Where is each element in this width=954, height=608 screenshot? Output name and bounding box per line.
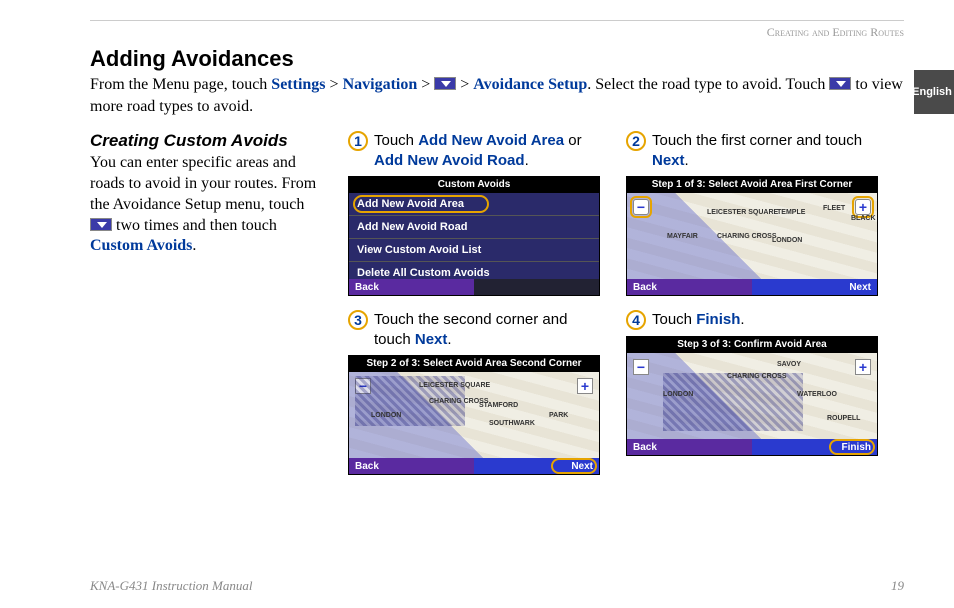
- finish-button[interactable]: Finish: [752, 439, 877, 455]
- step-2: 2 Touch the first corner and touch Next.: [626, 131, 886, 170]
- footer-page-number: 19: [891, 578, 904, 594]
- link-settings: Settings: [271, 76, 325, 93]
- screen-title: Step 1 of 3: Select Avoid Area First Cor…: [627, 177, 877, 193]
- scroll-button[interactable]: [474, 279, 599, 295]
- step-number-icon: 2: [626, 131, 646, 151]
- map-area[interactable]: − + LEICESTER SQUARE MAYFAIR CHARING CRO…: [627, 193, 877, 279]
- footer-manual-name: KNA-G431 Instruction Manual: [90, 578, 253, 594]
- link-avoidance-setup: Avoidance Setup: [473, 76, 587, 93]
- step-number-icon: 1: [348, 131, 368, 151]
- screen-title: Step 3 of 3: Confirm Avoid Area: [627, 337, 877, 353]
- zoom-in-icon[interactable]: +: [577, 378, 593, 394]
- back-button[interactable]: Back: [349, 458, 474, 474]
- left-column-text: You can enter specific areas and roads t…: [90, 153, 330, 257]
- zoom-out-icon[interactable]: −: [633, 359, 649, 375]
- language-tab: English: [914, 70, 954, 114]
- screenshot-step-1-map: Step 1 of 3: Select Avoid Area First Cor…: [626, 176, 878, 296]
- step-number-icon: 3: [348, 310, 368, 330]
- step-3: 3 Touch the second corner and touch Next…: [348, 310, 608, 349]
- screenshot-step-2-map: Step 2 of 3: Select Avoid Area Second Co…: [348, 355, 600, 475]
- zoom-out-icon[interactable]: −: [633, 199, 649, 215]
- zoom-in-icon[interactable]: +: [855, 359, 871, 375]
- back-button[interactable]: Back: [349, 279, 474, 295]
- back-button[interactable]: Back: [627, 439, 752, 455]
- step-number-icon: 4: [626, 310, 646, 330]
- dropdown-icon: [829, 77, 851, 90]
- dropdown-icon: [90, 218, 112, 231]
- menu-item[interactable]: View Custom Avoid List: [349, 239, 599, 262]
- zoom-in-icon[interactable]: +: [855, 199, 871, 215]
- screen-title: Step 2 of 3: Select Avoid Area Second Co…: [349, 356, 599, 372]
- link-navigation: Navigation: [343, 76, 418, 93]
- next-button[interactable]: Next: [752, 279, 877, 295]
- screenshot-custom-avoids-menu: Custom Avoids Add New Avoid Area Add New…: [348, 176, 600, 296]
- page-title: Adding Avoidances: [90, 46, 904, 72]
- dropdown-icon: [434, 77, 456, 90]
- back-button[interactable]: Back: [627, 279, 752, 295]
- header-breadcrumb: Creating and Editing Routes: [90, 25, 904, 40]
- step-4: 4 Touch Finish.: [626, 310, 886, 330]
- menu-item[interactable]: Add New Avoid Road: [349, 216, 599, 239]
- step-1: 1 Touch Add New Avoid Area or Add New Av…: [348, 131, 608, 170]
- map-area[interactable]: − + LEICESTER SQUARE LONDON CHARING CROS…: [349, 372, 599, 458]
- menu-item[interactable]: Add New Avoid Area: [349, 193, 599, 216]
- subheading-creating-custom-avoids: Creating Custom Avoids: [90, 131, 330, 151]
- link-custom-avoids: Custom Avoids: [90, 237, 192, 254]
- intro-paragraph: From the Menu page, touch Settings > Nav…: [90, 74, 904, 117]
- screen-title: Custom Avoids: [349, 177, 599, 193]
- screenshot-step-3-map: Step 3 of 3: Confirm Avoid Area − + SAVO…: [626, 336, 878, 456]
- next-button[interactable]: Next: [474, 458, 599, 474]
- map-area[interactable]: − + SAVOY CHARING CROSS LONDON WATERLOO …: [627, 353, 877, 439]
